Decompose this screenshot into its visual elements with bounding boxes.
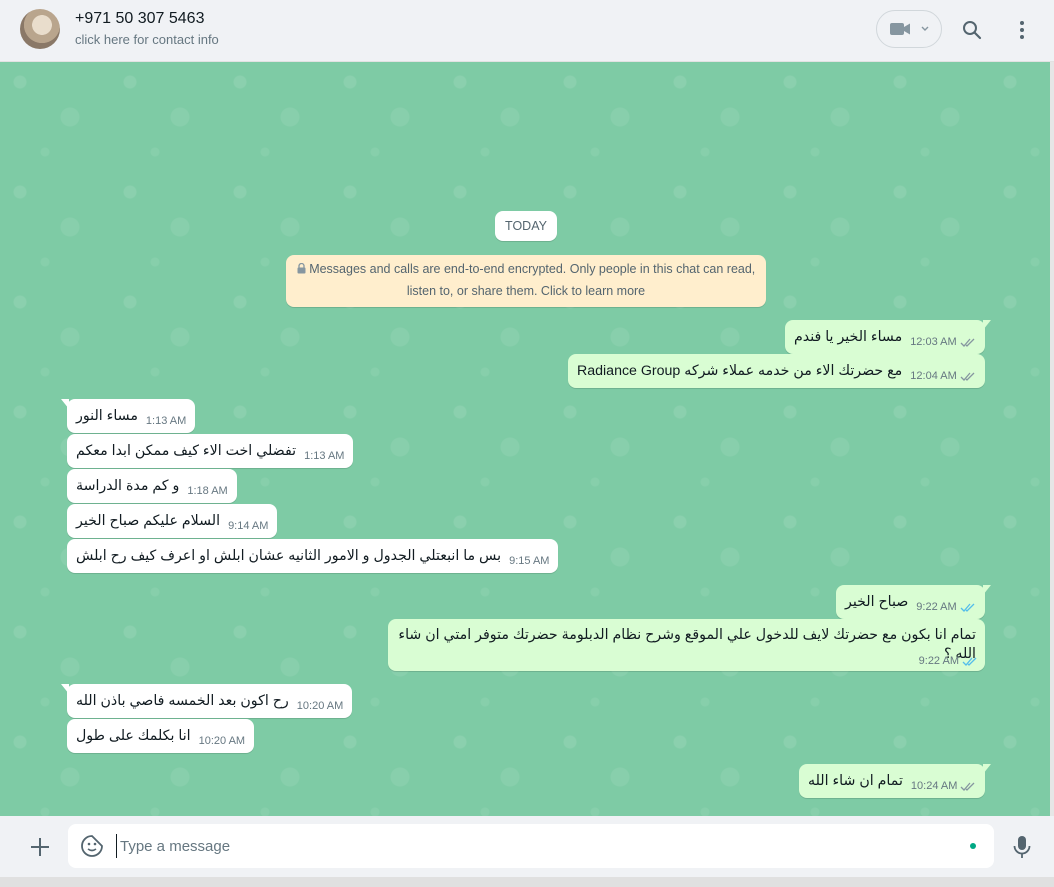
video-call-button[interactable] [876,10,942,48]
message-incoming[interactable]: مساء النور 1:13 AM [60,399,196,433]
message-time: 9:14 AM [228,520,269,532]
message-outgoing[interactable]: تمام انا بكون مع حضرتك لايف للدخول علي ا… [388,619,985,671]
contact-avatar[interactable] [20,9,60,49]
window-bottom-edge [0,877,1054,887]
message-incoming[interactable]: بس ما انبعتلي الجدول و الامور الثانيه عش… [67,539,559,573]
double-check-icon [960,338,975,347]
chat-header: +971 50 307 5463 click here for contact … [0,0,1054,62]
message-incoming[interactable]: انا بكلمك على طول 10:20 AM [67,719,255,753]
chat-scrollbar[interactable] [1050,62,1054,816]
composer-bar [0,816,1054,877]
encryption-notice-line1: Messages and calls are end-to-end encryp… [309,262,756,276]
message-text: تمام ان شاء الله [808,773,903,789]
message-text: تمام انا بكون مع حضرتك لايف للدخول علي ا… [398,627,976,662]
sticker-emoji-icon [81,835,103,857]
menu-button[interactable] [1010,18,1034,42]
message-outgoing[interactable]: صباح الخير 9:22 AM [836,585,991,619]
double-check-read-icon [962,657,977,666]
contact-name[interactable]: +971 50 307 5463 [75,10,204,28]
message-incoming[interactable]: تفضلي اخت الاء كيف ممكن ابدا معكم 1:13 A… [67,434,354,468]
message-outgoing[interactable]: مساء الخير يا فندم 12:03 AM [785,320,991,354]
status-dot [970,843,976,849]
encryption-notice-line2: listen to, or share them. Click to learn… [406,284,646,298]
emoji-button[interactable] [80,834,104,858]
lock-icon [297,260,306,281]
message-incoming[interactable]: السلام عليكم صباح الخير 9:14 AM [67,504,278,538]
voice-message-button[interactable] [1010,834,1034,860]
message-text: بس ما انبعتلي الجدول و الامور الثانيه عش… [76,548,502,564]
message-text: تفضلي اخت الاء كيف ممكن ابدا معكم [76,443,297,459]
message-text: صباح الخير [845,594,909,610]
message-input[interactable] [116,834,966,858]
microphone-icon [1013,836,1031,858]
message-time: 1:13 AM [304,450,345,462]
contact-info-link[interactable]: click here for contact info [75,32,219,47]
message-incoming[interactable]: و كم مدة الدراسة 1:18 AM [67,469,237,503]
message-time: 12:04 AM [910,370,957,382]
encryption-notice[interactable]: Messages and calls are end-to-end encryp… [286,255,766,307]
video-camera-icon [890,23,910,35]
message-text: انا بكلمك على طول [76,728,191,744]
message-time: 9:22 AM [918,655,959,667]
message-time: 12:03 AM [910,336,957,348]
double-check-icon [960,372,975,381]
message-text: رح اكون بعد الخمسه فاصي باذن الله [76,693,289,709]
message-outgoing[interactable]: مع حضرتك الاء من خدمه عملاء شركه Radianc… [568,354,985,388]
message-time: 1:18 AM [187,485,228,497]
message-incoming[interactable]: رح اكون بعد الخمسه فاصي باذن الله 10:20 … [60,684,353,718]
message-input-container[interactable] [68,824,994,868]
message-time: 9:15 AM [509,555,550,567]
message-time: 10:24 AM [910,780,958,792]
message-text: مساء الخير يا فندم [794,329,903,345]
more-vertical-icon [1020,21,1024,39]
message-text: مساء النور [76,408,138,424]
double-check-read-icon [960,603,975,612]
plus-icon [31,838,49,856]
message-time: 10:20 AM [198,735,246,747]
message-text: السلام عليكم صباح الخير [76,513,221,529]
message-text: و كم مدة الدراسة [76,478,180,494]
message-time: 1:13 AM [145,415,187,427]
message-outgoing[interactable]: تمام ان شاء الله 10:24 AM [799,764,992,798]
attach-button[interactable] [28,835,52,859]
chevron-down-icon [921,26,929,31]
double-check-icon [960,782,975,791]
message-text: مع حضرتك الاء من خدمه عملاء شركه Radianc… [577,363,903,379]
search-icon [963,21,982,40]
date-divider: TODAY [495,211,557,241]
message-time: 10:20 AM [296,700,344,712]
message-time: 9:22 AM [916,601,957,613]
search-button[interactable] [960,18,984,42]
